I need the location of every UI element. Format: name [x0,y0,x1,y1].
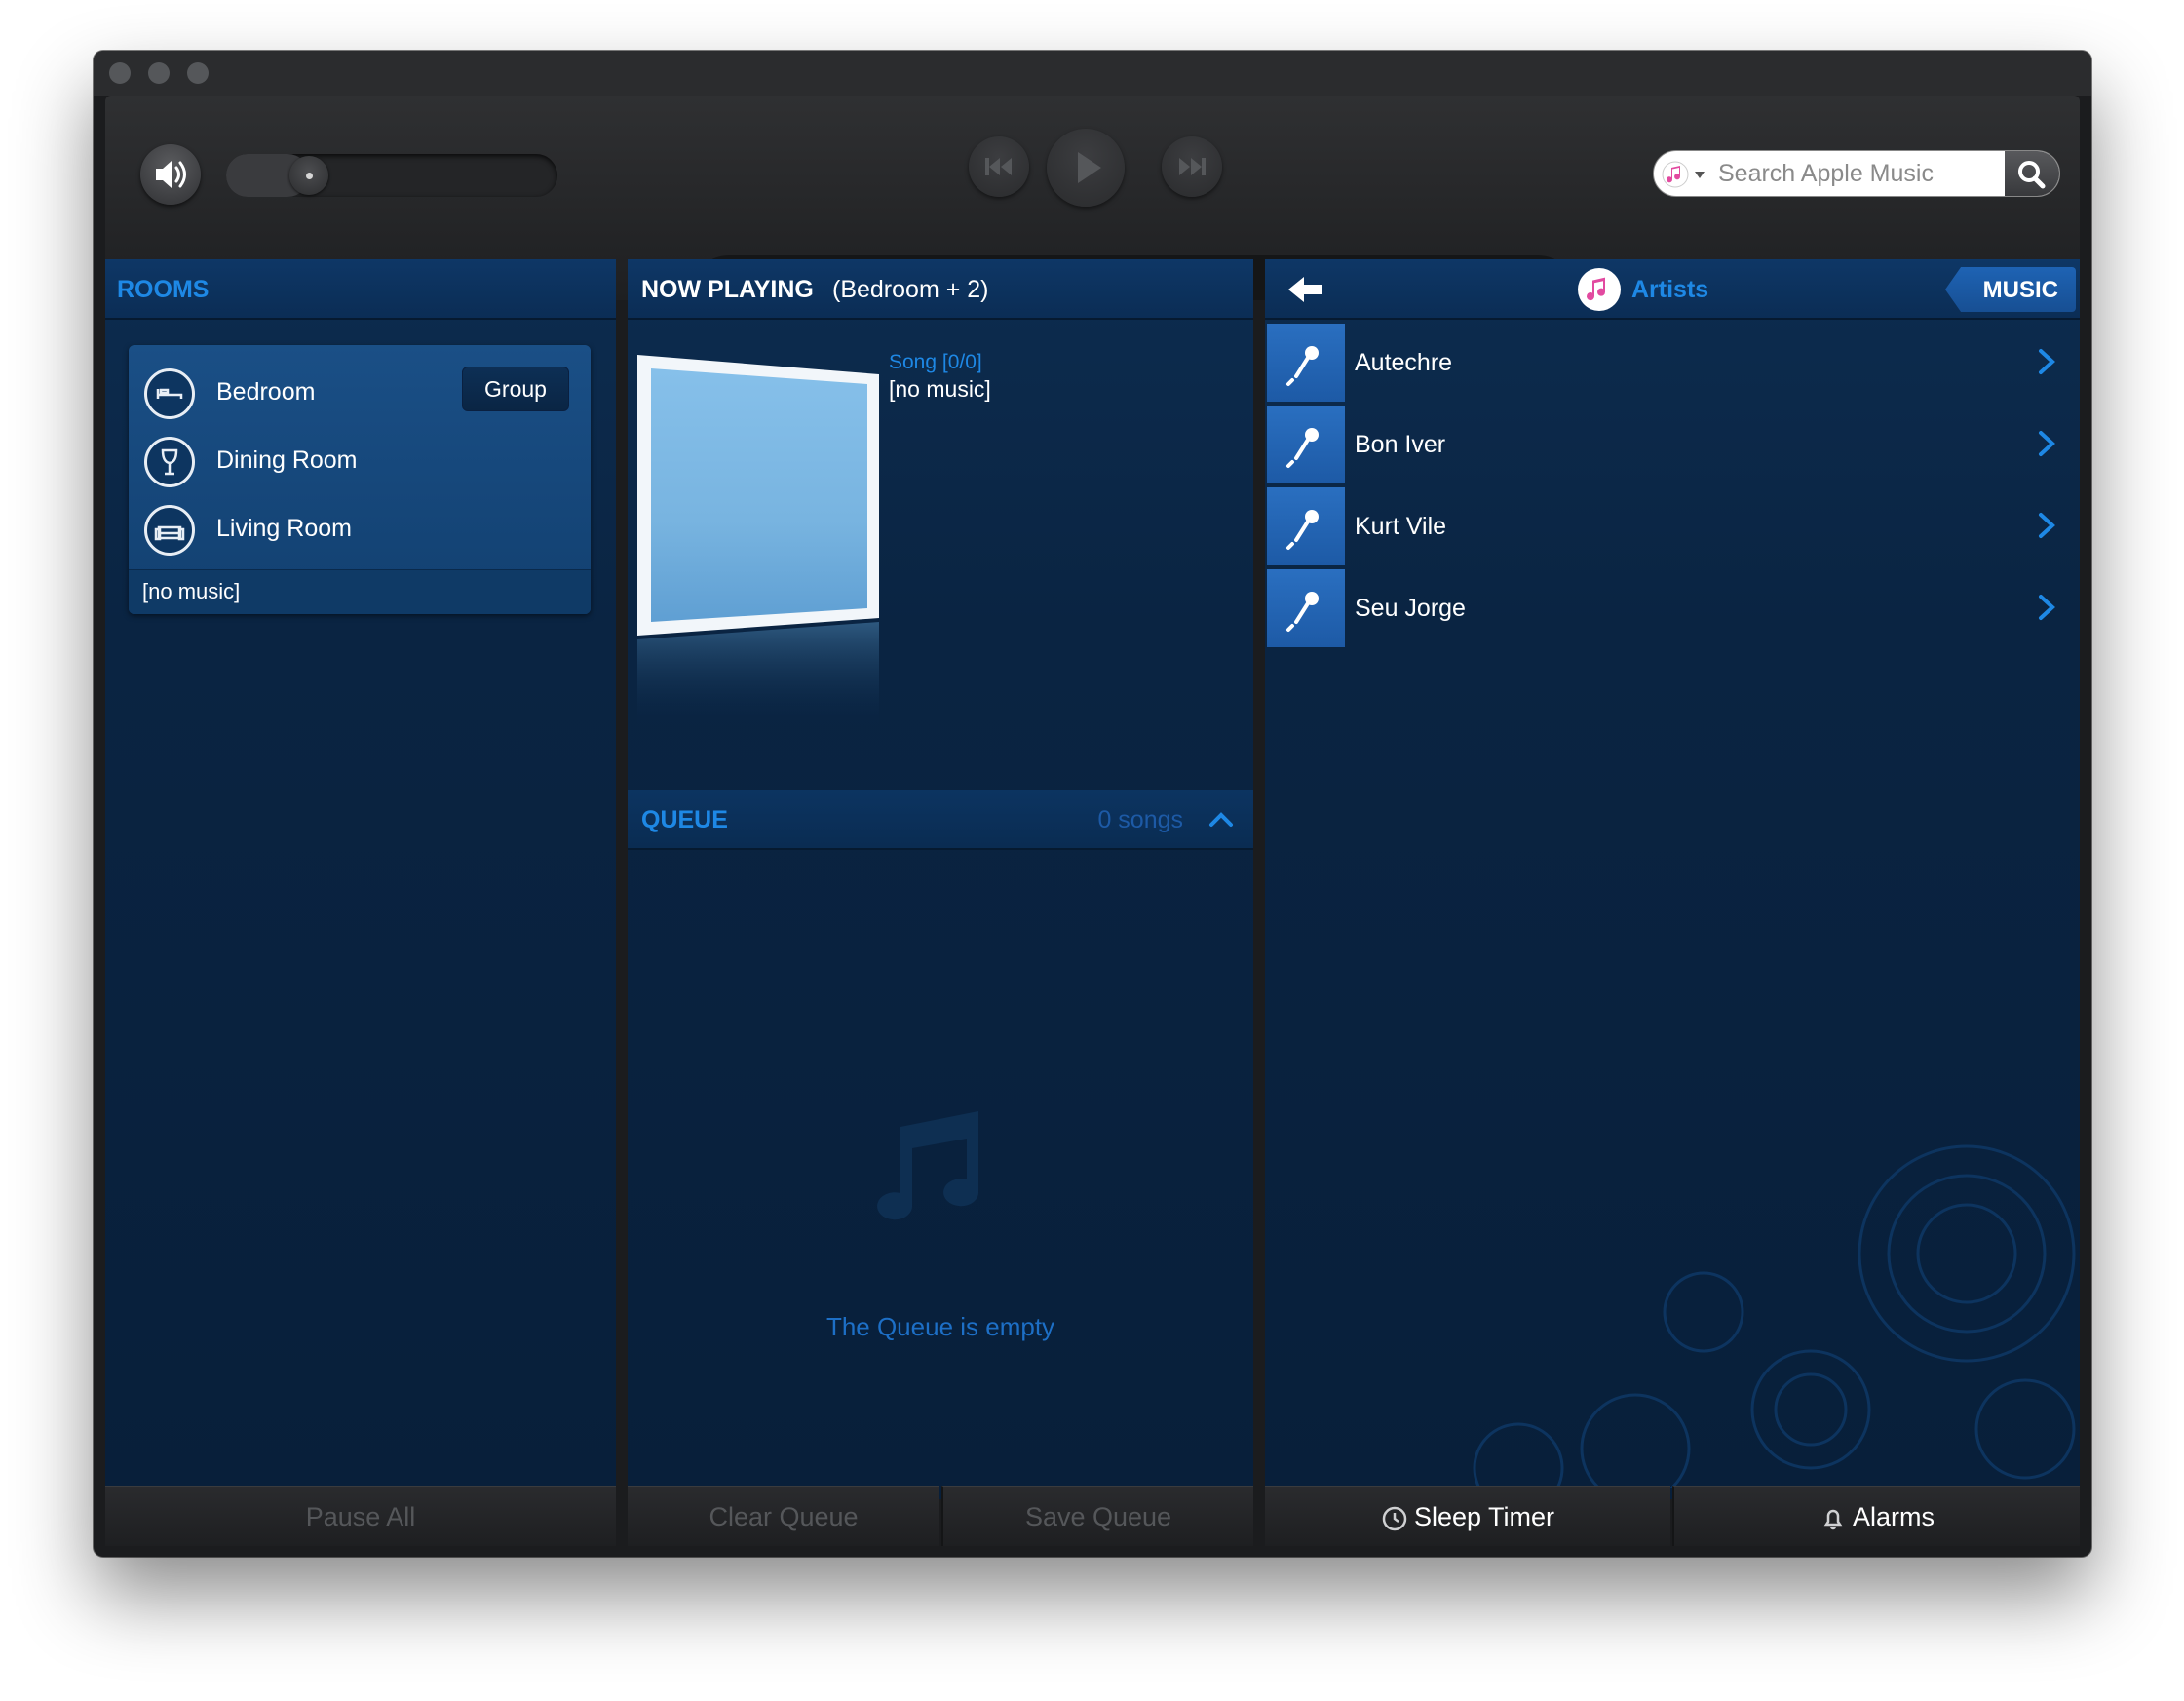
rooms-title: ROOMS [117,276,210,303]
save-queue-button[interactable]: Save Queue [941,1486,1253,1546]
chevron-right-icon [2039,513,2055,538]
music-browser-header: Artists MUSIC [1265,259,2080,320]
track-info: [no music] [889,376,991,402]
room-group-card[interactable]: Bedroom Group Dining Room Living Room [n… [129,345,591,614]
queue-title: QUEUE [641,806,728,833]
room-label: Dining Room [216,446,358,474]
queue-count: 0 songs [1097,806,1183,833]
play-icon [1078,152,1101,183]
artist-name: Bon Iver [1355,431,1446,458]
microphone-icon [1267,324,1345,402]
artist-name: Kurt Vile [1355,513,1447,540]
play-button[interactable] [1047,129,1125,207]
clear-queue-button[interactable]: Clear Queue [628,1486,939,1546]
rooms-header: ROOMS [105,259,616,320]
app-window: ROOMS Bedroom Group Dining Room Living [94,51,2091,1557]
previous-button[interactable] [969,136,1029,197]
chevron-right-icon [2039,431,2055,456]
close-window-button[interactable] [109,62,131,84]
previous-icon [985,158,1012,175]
rooms-panel: ROOMS Bedroom Group Dining Room Living R… [105,259,616,1499]
apple-music-icon [1578,268,1621,311]
volume-knob[interactable] [289,156,328,195]
wine-glass-icon [144,437,195,487]
bed-icon [144,368,195,419]
artist-row-autechre[interactable]: Autechre [1265,324,2080,404]
search-icon [2018,161,2046,189]
bell-icon [1823,1509,1843,1530]
music-browser-panel: Artists MUSIC Autechre Bon Iver Kurt Vil… [1265,259,2080,1499]
sleep-timer-button[interactable]: Sleep Timer [1265,1486,1670,1546]
room-playing-status: [no music] [129,569,591,614]
apple-music-service-icon[interactable] [1660,159,1708,190]
room-item-living-room[interactable]: Living Room [144,503,573,558]
decorative-pattern [1473,1144,2076,1488]
microphone-icon [1267,487,1345,565]
microphone-icon [1267,406,1345,483]
alarms-label: Alarms [1852,1502,1935,1531]
room-item-dining-room[interactable]: Dining Room [144,435,573,489]
speaker-icon [156,161,186,188]
now-playing-panel: NOW PLAYING (Bedroom + 2) Song [0/0] [no… [628,259,1253,1499]
artist-name: Autechre [1355,349,1453,376]
chevron-right-icon [2039,595,2055,620]
minimize-window-button[interactable] [148,62,170,84]
search-bar [1653,150,2060,197]
next-button[interactable] [1162,136,1222,197]
back-arrow-icon[interactable] [1277,269,1335,310]
sofa-icon [144,505,195,556]
artist-row-seu-jorge[interactable]: Seu Jorge [1265,569,2080,649]
zoom-window-button[interactable] [187,62,209,84]
mute-button[interactable] [140,144,201,205]
room-label: Bedroom [216,378,316,406]
pause-all-button[interactable]: Pause All [105,1486,616,1546]
music-source-button[interactable]: MUSIC [1945,267,2076,312]
now-playing-header: NOW PLAYING (Bedroom + 2) [628,259,1253,320]
song-position: Song [0/0] [889,351,982,373]
volume-slider[interactable] [226,154,557,197]
search-button[interactable] [2005,151,2059,196]
music-badge-label: MUSIC [1982,277,2058,303]
alarms-button[interactable]: Alarms [1672,1486,2080,1546]
now-playing-zone: (Bedroom + 2) [832,276,989,303]
chevron-right-icon [2039,349,2055,374]
search-input[interactable] [1718,151,1981,196]
artist-row-kurt-vile[interactable]: Kurt Vile [1265,487,2080,567]
microphone-icon [1267,569,1345,647]
queue-header[interactable]: QUEUE 0 songs [628,790,1253,850]
now-playing-title: NOW PLAYING [641,276,814,303]
album-art [637,355,881,725]
title-bar [94,51,2091,96]
browse-title: Artists [1631,276,1709,303]
clock-icon [1382,1506,1407,1531]
queue-empty-message: The Queue is empty [825,1312,1055,1341]
room-label: Living Room [216,515,352,542]
artist-name: Seu Jorge [1355,595,1466,622]
group-button[interactable]: Group [462,367,569,411]
sleep-timer-label: Sleep Timer [1413,1502,1555,1531]
artist-row-bon-iver[interactable]: Bon Iver [1265,406,2080,485]
chevron-up-icon[interactable] [1207,807,1236,832]
music-note-icon [877,1111,979,1220]
next-icon [1179,158,1206,175]
